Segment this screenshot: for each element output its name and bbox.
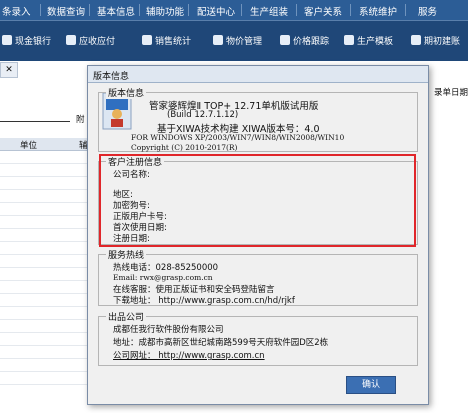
- publisher-name: 成都任我行软件股份有限公司: [113, 325, 224, 335]
- service-hotline-group: 服务热线 热线电话：028-85250000 Email: rwx@grasp.…: [98, 248, 418, 306]
- menu-item-query[interactable]: 数据查询: [47, 4, 85, 18]
- toolbar-price-track[interactable]: 价格跟踪: [280, 34, 329, 47]
- toolbar-cash-bank[interactable]: 现金银行: [2, 34, 51, 47]
- toolbar-sales-stats[interactable]: 销售统计: [142, 34, 191, 47]
- copyright: Copyright (C) 2010-2017(R): [131, 143, 238, 152]
- service-group-label: 服务热线: [106, 248, 147, 261]
- toolbar-receivable[interactable]: 应收应付: [66, 34, 115, 47]
- publisher-website-link[interactable]: 公司网址： http://www.grasp.com.cn: [113, 349, 265, 361]
- plus-icon: [344, 35, 354, 45]
- chart-icon: [142, 35, 152, 45]
- menu-item-entry[interactable]: 条录入: [2, 4, 31, 18]
- cash-icon: [2, 35, 12, 45]
- menu-item-distribution[interactable]: 配送中心: [197, 4, 235, 18]
- menu-separator: [405, 4, 406, 16]
- menu-item-basic-info[interactable]: 基本信息: [97, 4, 135, 18]
- build-number: (Build 12.7.1.12): [167, 110, 239, 120]
- toolbar-price-manage[interactable]: 物价管理: [213, 34, 262, 47]
- field-underline: [0, 121, 70, 122]
- ok-button[interactable]: 确认: [346, 376, 396, 394]
- menu-item-service[interactable]: 服务: [418, 4, 437, 18]
- email-text: Email: rwx@grasp.com.cn: [113, 273, 213, 282]
- tab-close-icon[interactable]: ✕: [0, 62, 18, 78]
- download-link[interactable]: 下载地址： http://www.grasp.com.cn/hd/rjkf: [113, 294, 295, 306]
- menu-item-system[interactable]: 系统维护: [359, 4, 397, 18]
- menu-item-crm[interactable]: 客户关系: [304, 4, 342, 18]
- platform-support: FOR WINDOWS XP/2003/WIN7/WIN8/WIN2008/WI…: [131, 133, 345, 142]
- menu-separator: [350, 4, 351, 16]
- toolbar-opening-setup[interactable]: 期初建账: [411, 34, 460, 47]
- version-group: 版本信息 管家婆辉煌Ⅱ TOP+ 12.71单机版试用版 (Build 12.7…: [98, 86, 418, 152]
- receivable-icon: [66, 35, 76, 45]
- publisher-group: 出品公司 成都任我行软件股份有限公司 地址：成都市高新区世纪城南路599号天府软…: [98, 310, 418, 366]
- menu-separator: [188, 4, 189, 16]
- toolbar-production-template[interactable]: 生产模板: [344, 34, 393, 47]
- gear-icon: [213, 35, 223, 45]
- highlight-box: [99, 154, 416, 247]
- menu-separator: [89, 4, 90, 16]
- menu-bar: 条录入 数据查询 基本信息 辅助功能 配送中心 生产组装 客户关系 系统维护 服…: [0, 0, 468, 20]
- toolbar: 现金银行 应收应付 销售统计 物价管理 价格跟踪 生产模板 期初建账: [0, 20, 468, 61]
- menu-item-aux[interactable]: 辅助功能: [146, 4, 184, 18]
- dialog-title: 版本信息: [93, 72, 130, 82]
- entry-date-label: 录单日期: [434, 88, 468, 98]
- hotline-text: 热线电话：028-85250000: [113, 263, 219, 273]
- menu-separator: [139, 4, 140, 16]
- publisher-address: 地址：成都市高新区世纪城南路599号天府软件园D区2栋: [113, 338, 329, 348]
- menu-separator: [40, 4, 41, 16]
- dialog-title-bar[interactable]: 版本信息: [88, 66, 428, 83]
- menu-separator: [241, 4, 242, 16]
- column-unit: 单位: [20, 141, 38, 151]
- menu-item-production[interactable]: 生产组装: [250, 4, 288, 18]
- publisher-group-label: 出品公司: [106, 310, 147, 323]
- attach-label: 附: [76, 115, 85, 125]
- menu-separator: [296, 4, 297, 16]
- grid-icon: [280, 35, 290, 45]
- version-group-label: 版本信息: [106, 86, 147, 99]
- ledger-icon: [411, 35, 421, 45]
